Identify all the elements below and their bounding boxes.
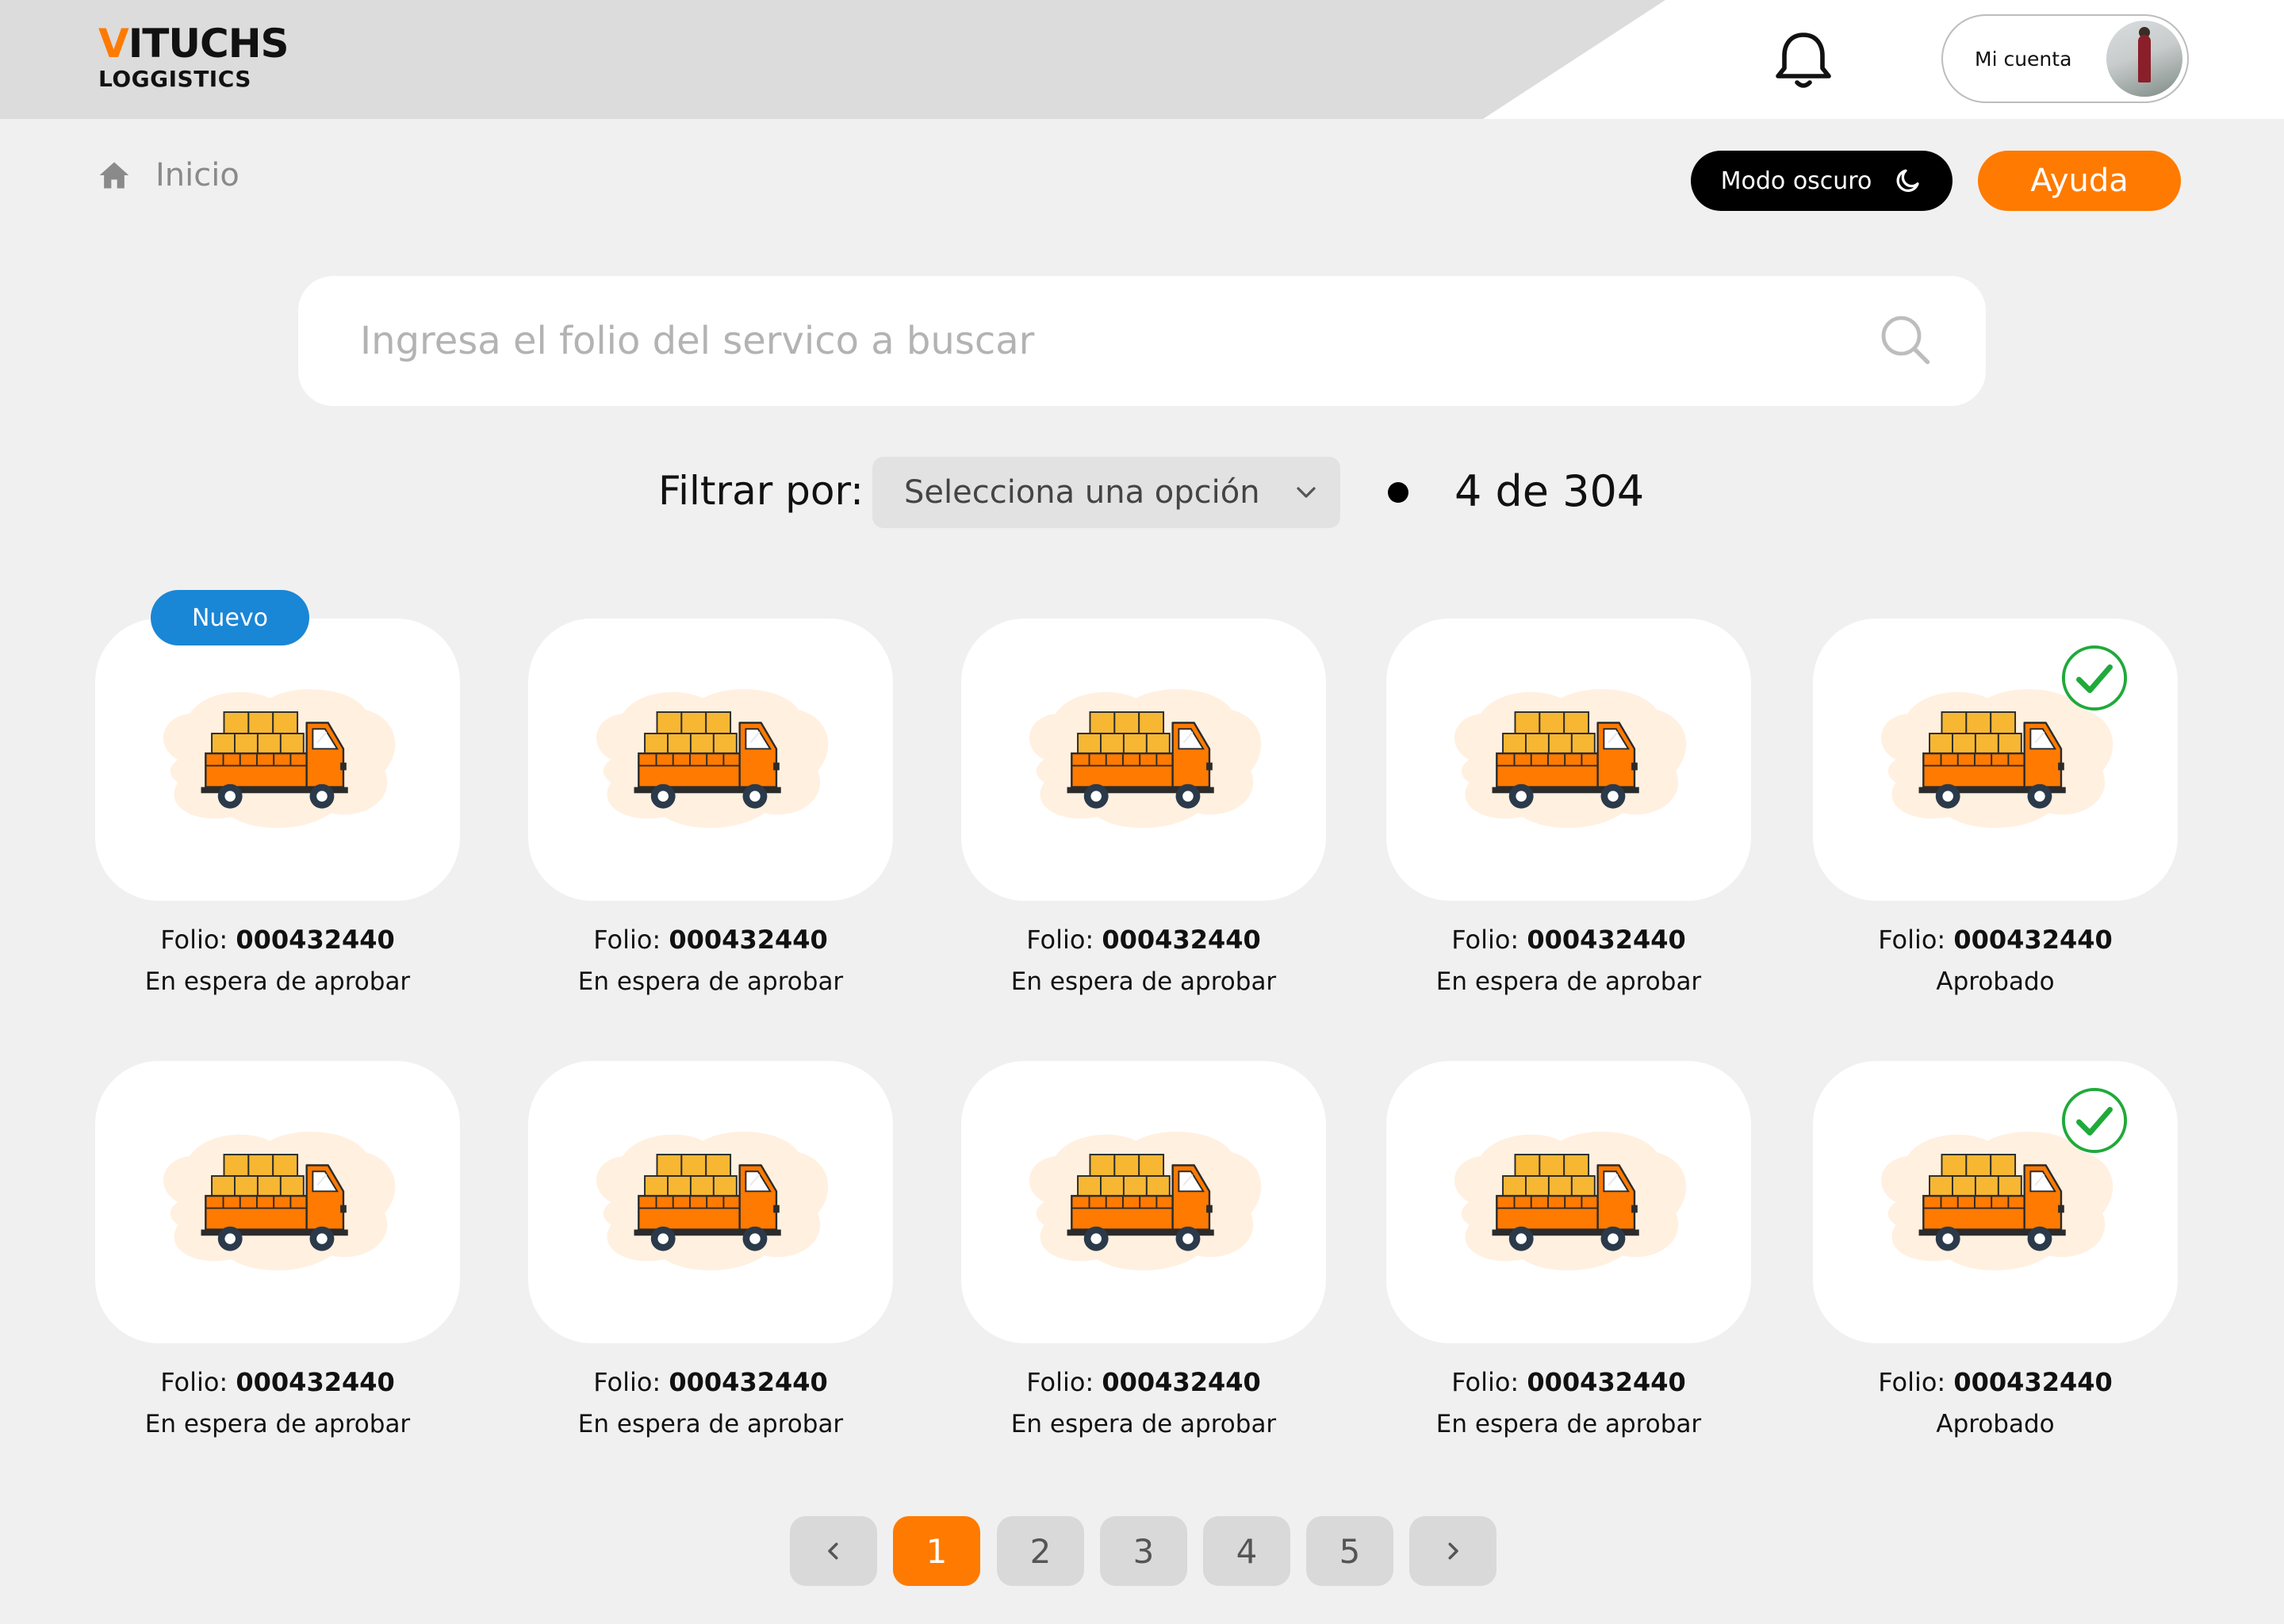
- top-bar: VITUCHS LOGGISTICS Mi cuenta: [0, 0, 2284, 119]
- help-label: Ayuda: [2030, 163, 2129, 199]
- result-count: 4 de 304: [1454, 466, 1645, 516]
- pagination-prev-button[interactable]: [790, 1516, 877, 1586]
- card-folio: Folio: 000432440: [1026, 1367, 1261, 1397]
- card-folio: Folio: 000432440: [1026, 925, 1261, 955]
- help-button[interactable]: Ayuda: [1978, 151, 2181, 211]
- card-status: En espera de aprobar: [577, 1410, 844, 1438]
- filter-select-value: Selecciona una opción: [904, 474, 1260, 511]
- moon-icon: [1896, 169, 1919, 193]
- pagination-page-2[interactable]: 2: [997, 1516, 1084, 1586]
- pagination-page-3[interactable]: 3: [1100, 1516, 1187, 1586]
- card-folio: Folio: 000432440: [1878, 925, 2113, 955]
- search-input[interactable]: [298, 276, 1986, 406]
- breadcrumb-home[interactable]: Inicio: [155, 157, 240, 193]
- truck-illustration-icon: [1453, 688, 1688, 829]
- avatar: [2106, 21, 2182, 97]
- truck-illustration-icon: [1028, 1130, 1263, 1272]
- truck-illustration-icon: [1028, 688, 1263, 829]
- filter-label: Filtrar por:: [658, 468, 864, 514]
- truck-illustration-icon: [162, 1130, 397, 1272]
- service-card[interactable]: [1386, 619, 1751, 901]
- card-folio: Folio: 000432440: [593, 1367, 828, 1397]
- status-dot: [1388, 482, 1408, 503]
- service-card[interactable]: [961, 1061, 1326, 1343]
- filter-select[interactable]: Selecciona una opción: [872, 457, 1340, 528]
- card-status: En espera de aprobar: [1435, 1410, 1702, 1438]
- card-status: En espera de aprobar: [577, 967, 844, 996]
- logo[interactable]: VITUCHS LOGGISTICS: [98, 24, 289, 90]
- pagination-page-5[interactable]: 5: [1306, 1516, 1393, 1586]
- dark-mode-button[interactable]: Modo oscuro: [1691, 151, 1953, 211]
- service-card[interactable]: [1386, 1061, 1751, 1343]
- card-status: Aprobado: [1936, 1410, 2055, 1438]
- card-status: En espera de aprobar: [1435, 967, 1702, 996]
- logo-title-text: ITUCHS: [128, 21, 289, 67]
- card-status: Aprobado: [1936, 967, 2055, 996]
- card-status: En espera de aprobar: [144, 1410, 411, 1438]
- search-icon[interactable]: [1876, 311, 1933, 368]
- service-card[interactable]: [95, 1061, 460, 1343]
- breadcrumb: Inicio: [97, 157, 240, 193]
- notification-bell-icon[interactable]: [1770, 29, 1837, 92]
- pagination-page-4[interactable]: 4: [1203, 1516, 1290, 1586]
- card-status: En espera de aprobar: [1010, 1410, 1277, 1438]
- logo-v-letter: V: [98, 21, 129, 67]
- home-icon[interactable]: [97, 158, 132, 193]
- dark-mode-label: Modo oscuro: [1720, 167, 1872, 195]
- card-folio: Folio: 000432440: [160, 925, 395, 955]
- chevron-left-icon: [828, 1542, 838, 1560]
- new-badge: Nuevo: [151, 590, 309, 645]
- service-card[interactable]: [528, 619, 893, 901]
- account-button[interactable]: Mi cuenta: [1941, 14, 2189, 103]
- truck-illustration-icon: [162, 688, 397, 829]
- truck-illustration-icon: [595, 688, 830, 829]
- card-status: En espera de aprobar: [144, 967, 411, 996]
- card-folio: Folio: 000432440: [1878, 1367, 2113, 1397]
- pagination-next-button[interactable]: [1409, 1516, 1496, 1586]
- approved-check-icon: [2061, 1087, 2128, 1154]
- card-status: En espera de aprobar: [1010, 967, 1277, 996]
- approved-check-icon: [2061, 645, 2128, 711]
- service-card[interactable]: [961, 619, 1326, 901]
- chevron-right-icon: [1448, 1542, 1458, 1560]
- logo-subtitle: LOGGISTICS: [98, 66, 251, 92]
- pagination-page-1[interactable]: 1: [893, 1516, 980, 1586]
- service-card[interactable]: [528, 1061, 893, 1343]
- truck-illustration-icon: [1453, 1130, 1688, 1272]
- logo-title: VITUCHS: [98, 24, 289, 63]
- chevron-down-icon: [1297, 487, 1316, 498]
- card-folio: Folio: 000432440: [593, 925, 828, 955]
- card-folio: Folio: 000432440: [1451, 1367, 1686, 1397]
- card-folio: Folio: 000432440: [1451, 925, 1686, 955]
- search-bar: [298, 276, 1986, 406]
- account-label: Mi cuenta: [1975, 48, 2072, 71]
- service-card[interactable]: [95, 619, 460, 901]
- card-folio: Folio: 000432440: [160, 1367, 395, 1397]
- truck-illustration-icon: [595, 1130, 830, 1272]
